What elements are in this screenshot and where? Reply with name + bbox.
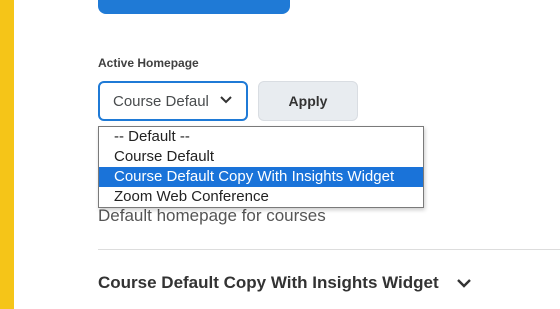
chevron-down-icon bbox=[456, 275, 471, 291]
homepage-options-list: -- Default -- Course Default Course Defa… bbox=[98, 126, 424, 208]
option-course-default[interactable]: Course Default bbox=[99, 147, 423, 167]
divider bbox=[98, 249, 560, 250]
active-homepage-label: Active Homepage bbox=[98, 56, 199, 70]
option-course-default-copy-insights[interactable]: Course Default Copy With Insights Widget bbox=[99, 167, 423, 187]
chevron-down-icon bbox=[220, 93, 232, 107]
homepage-settings-panel: Active Homepage Course Default Copy With… bbox=[14, 0, 560, 309]
accordion-title: Course Default Copy With Insights Widget bbox=[98, 273, 439, 292]
option-zoom-web-conference[interactable]: Zoom Web Conference bbox=[99, 187, 423, 207]
active-homepage-select[interactable]: Course Default Copy With Insights Widget bbox=[98, 81, 248, 121]
primary-button[interactable] bbox=[98, 0, 290, 14]
option-default[interactable]: -- Default -- bbox=[99, 127, 423, 147]
select-value: Course Default Copy With Insights Widget bbox=[113, 92, 209, 110]
homepage-description: Default homepage for courses bbox=[98, 206, 326, 225]
apply-button[interactable]: Apply bbox=[258, 81, 358, 121]
homepage-accordion-toggle[interactable]: Course Default Copy With Insights Widget bbox=[98, 273, 471, 293]
